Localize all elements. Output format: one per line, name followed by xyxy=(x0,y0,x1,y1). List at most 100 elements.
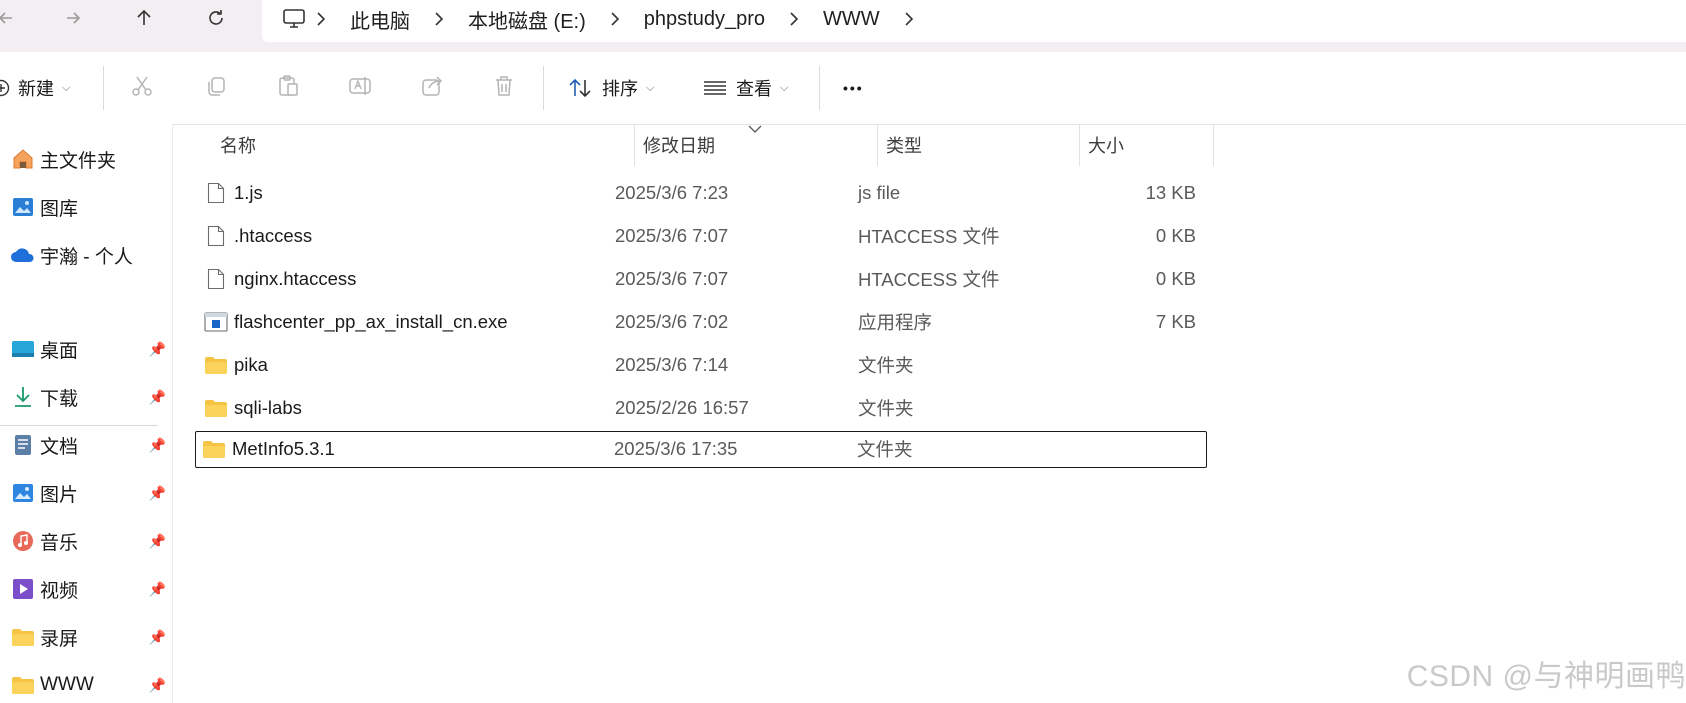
videos-icon xyxy=(10,576,36,602)
copy-button[interactable] xyxy=(204,66,228,110)
file-name: 1.js xyxy=(234,182,263,203)
toolbar-divider xyxy=(819,66,820,110)
file-type: 文件夹 xyxy=(858,355,914,376)
pin-icon[interactable]: 📌 xyxy=(149,485,166,502)
back-arrow-icon[interactable] xyxy=(0,0,24,36)
sidebar-item-pictures[interactable]: 图片 📌 xyxy=(0,476,172,510)
view-lines-icon xyxy=(702,76,728,100)
up-arrow-icon[interactable] xyxy=(126,0,162,36)
file-type: HTACCESS 文件 xyxy=(858,226,1000,247)
folder-icon xyxy=(204,353,228,377)
pin-icon[interactable]: 📌 xyxy=(149,389,166,406)
breadcrumb-phpstudy-pro[interactable]: phpstudy_pro xyxy=(630,8,779,31)
file-icon xyxy=(204,224,228,248)
file-row[interactable]: .htaccess 2025/3/6 7:07 HTACCESS 文件 0 KB xyxy=(196,216,1196,256)
pin-icon[interactable]: 📌 xyxy=(149,533,166,550)
file-icon xyxy=(204,267,228,291)
column-header-type[interactable]: 类型 xyxy=(886,124,922,166)
cut-button[interactable] xyxy=(130,66,154,110)
pin-icon[interactable]: 📌 xyxy=(149,437,166,454)
file-date: 2025/3/6 7:02 xyxy=(615,311,729,332)
column-header-name[interactable]: 名称 xyxy=(220,124,256,166)
file-row[interactable]: flashcenter_pp_ax_install_cn.exe 2025/3/… xyxy=(196,302,1196,342)
breadcrumb-this-pc[interactable]: 此电脑 xyxy=(336,5,424,34)
file-row[interactable]: 1.js 2025/3/6 7:23 js file 13 KB xyxy=(196,173,1196,213)
this-pc-monitor-icon[interactable] xyxy=(282,8,306,30)
trash-icon xyxy=(492,74,516,103)
sidebar-item-gallery[interactable]: 图库 xyxy=(0,190,172,224)
file-type: 文件夹 xyxy=(857,439,913,460)
column-divider[interactable] xyxy=(634,124,635,166)
paste-button[interactable] xyxy=(276,66,300,110)
column-header-size[interactable]: 大小 xyxy=(1088,124,1124,166)
column-divider[interactable] xyxy=(1213,124,1214,166)
chevron-down-icon: ⌵ xyxy=(62,81,71,94)
file-name: flashcenter_pp_ax_install_cn.exe xyxy=(234,311,508,332)
file-size xyxy=(1016,432,1196,466)
file-name: .htaccess xyxy=(234,225,313,246)
chevron-right-icon[interactable] xyxy=(424,12,454,26)
file-type: 应用程序 xyxy=(858,312,933,333)
onedrive-cloud-icon xyxy=(10,242,36,268)
chevron-right-icon[interactable] xyxy=(306,12,336,26)
file-type: HTACCESS 文件 xyxy=(858,269,1000,290)
sidebar-item-screen-recordings[interactable]: 录屏 📌 xyxy=(0,620,172,654)
plus-circle-icon xyxy=(0,79,10,97)
breadcrumb-local-disk[interactable]: 本地磁盘 (E:) xyxy=(454,5,600,34)
sort-button[interactable]: 排序 ⌵ xyxy=(568,66,654,110)
file-row[interactable]: nginx.htaccess 2025/3/6 7:07 HTACCESS 文件… xyxy=(196,259,1196,299)
chevron-right-icon[interactable] xyxy=(600,12,630,26)
folder-icon xyxy=(10,624,36,650)
sidebar-item-music[interactable]: 音乐 📌 xyxy=(0,524,172,558)
file-size xyxy=(1016,388,1196,428)
sidebar-item-downloads[interactable]: 下载 📌 xyxy=(0,380,172,414)
chevron-right-icon[interactable] xyxy=(894,12,924,26)
pin-icon[interactable]: 📌 xyxy=(149,341,166,358)
file-date: 2025/2/26 16:57 xyxy=(615,397,749,418)
refresh-icon[interactable] xyxy=(198,0,234,36)
column-header-date[interactable]: 修改日期 xyxy=(643,124,715,166)
more-options-button[interactable]: ••• xyxy=(843,66,864,110)
breadcrumb: 此电脑 本地磁盘 (E:) phpstudy_pro WWW xyxy=(282,0,924,38)
home-icon xyxy=(10,146,36,172)
pin-icon[interactable]: 📌 xyxy=(149,581,166,598)
column-divider[interactable] xyxy=(1079,124,1080,166)
chevron-right-icon[interactable] xyxy=(779,12,809,26)
new-button[interactable]: 新建 ⌵ xyxy=(0,66,70,110)
sidebar-item-label: 文档 xyxy=(40,436,79,458)
toolbar-divider xyxy=(103,66,104,110)
new-button-label: 新建 xyxy=(18,79,54,99)
gallery-icon xyxy=(10,194,36,220)
file-row[interactable]: sqli-labs 2025/2/26 16:57 文件夹 xyxy=(196,388,1196,428)
documents-icon xyxy=(10,432,36,458)
sidebar-item-label: 桌面 xyxy=(40,340,79,362)
pin-icon[interactable]: 📌 xyxy=(149,677,166,694)
sidebar-item-documents[interactable]: 文档 📌 xyxy=(0,428,172,462)
rename-button[interactable] xyxy=(348,66,374,110)
breadcrumb-www[interactable]: WWW xyxy=(809,8,894,31)
sidebar-item-desktop[interactable]: 桌面 📌 xyxy=(0,332,172,366)
delete-button[interactable] xyxy=(492,66,516,110)
file-row-selected[interactable]: MetInfo5.3.1 2025/3/6 17:35 文件夹 xyxy=(195,431,1207,468)
file-row[interactable]: pika 2025/3/6 7:14 文件夹 xyxy=(196,345,1196,385)
column-divider[interactable] xyxy=(877,124,878,166)
pin-icon[interactable]: 📌 xyxy=(149,629,166,646)
forward-arrow-icon[interactable] xyxy=(55,0,91,36)
sidebar-item-home[interactable]: 主文件夹 xyxy=(0,142,172,176)
view-button[interactable]: 查看 ⌵ xyxy=(702,66,788,110)
file-type: 文件夹 xyxy=(858,398,914,419)
share-button[interactable] xyxy=(420,66,444,110)
sidebar-item-onedrive[interactable]: 宇瀚 - 个人 xyxy=(0,238,172,272)
exe-icon xyxy=(204,310,228,334)
desktop-icon xyxy=(10,336,36,362)
file-type: js file xyxy=(858,182,901,203)
address-bar[interactable]: 此电脑 本地磁盘 (E:) phpstudy_pro WWW xyxy=(262,0,1686,42)
folder-icon xyxy=(202,437,226,461)
file-name: sqli-labs xyxy=(234,397,302,418)
clipboard-icon xyxy=(276,74,300,103)
share-icon xyxy=(420,74,444,103)
sidebar-item-www[interactable]: WWW 📌 xyxy=(0,668,172,702)
sidebar-item-videos[interactable]: 视频 📌 xyxy=(0,572,172,606)
sort-indicator-icon xyxy=(748,124,762,136)
navigation-bar: 此电脑 本地磁盘 (E:) phpstudy_pro WWW xyxy=(0,0,1686,52)
